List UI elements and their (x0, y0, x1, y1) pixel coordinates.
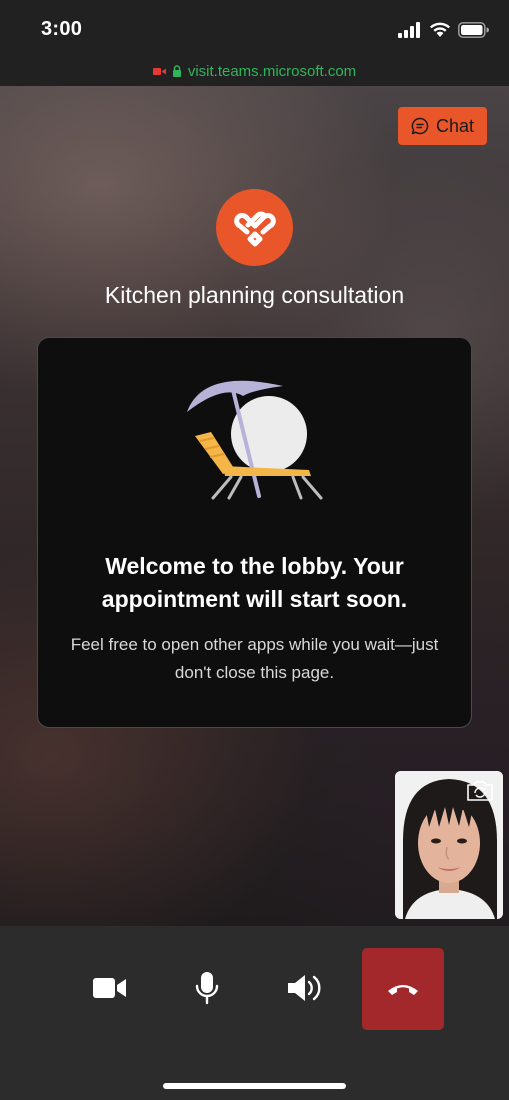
call-controls-bar (0, 926, 509, 1100)
end-call-icon (388, 985, 418, 995)
battery-icon (458, 22, 489, 38)
knot-logo-icon (233, 211, 276, 246)
lobby-card: Welcome to the lobby. Your appointment w… (37, 337, 472, 728)
meeting-title: Kitchen planning consultation (104, 282, 405, 308)
browser-url-bar[interactable]: visit.teams.microsoft.com (0, 56, 509, 86)
beach-chair-illustration (187, 380, 323, 500)
lobby-heading: Welcome to the lobby. Your appointment w… (101, 553, 408, 612)
speaker-icon (288, 975, 321, 1001)
chat-button[interactable]: Chat (398, 107, 487, 145)
video-camera-icon (93, 978, 126, 998)
switch-camera-icon[interactable] (465, 779, 495, 803)
microphone-icon (195, 972, 219, 1005)
recording-camera-icon (152, 67, 166, 75)
home-indicator (163, 1083, 346, 1089)
cellular-signal-icon (398, 22, 420, 38)
wifi-icon (430, 22, 450, 37)
speaker-toggle-button[interactable] (279, 958, 331, 1018)
lock-icon (172, 65, 181, 77)
chat-icon (411, 117, 429, 135)
status-icons (398, 20, 489, 40)
url-text: visit.teams.microsoft.com (187, 62, 357, 80)
lobby-message: Feel free to open other apps while you w… (70, 635, 439, 682)
meeting-stage: Chat Kitchen planning consultation Welco… (0, 86, 509, 926)
end-call-button[interactable] (362, 948, 444, 1030)
microphone-toggle-button[interactable] (181, 958, 233, 1018)
company-logo (216, 189, 293, 266)
self-video-preview[interactable] (395, 771, 503, 919)
chat-button-label: Chat (435, 115, 475, 136)
status-bar: 3:00 (0, 0, 509, 56)
status-time: 3:00 (41, 18, 83, 40)
camera-toggle-button[interactable] (84, 958, 136, 1018)
